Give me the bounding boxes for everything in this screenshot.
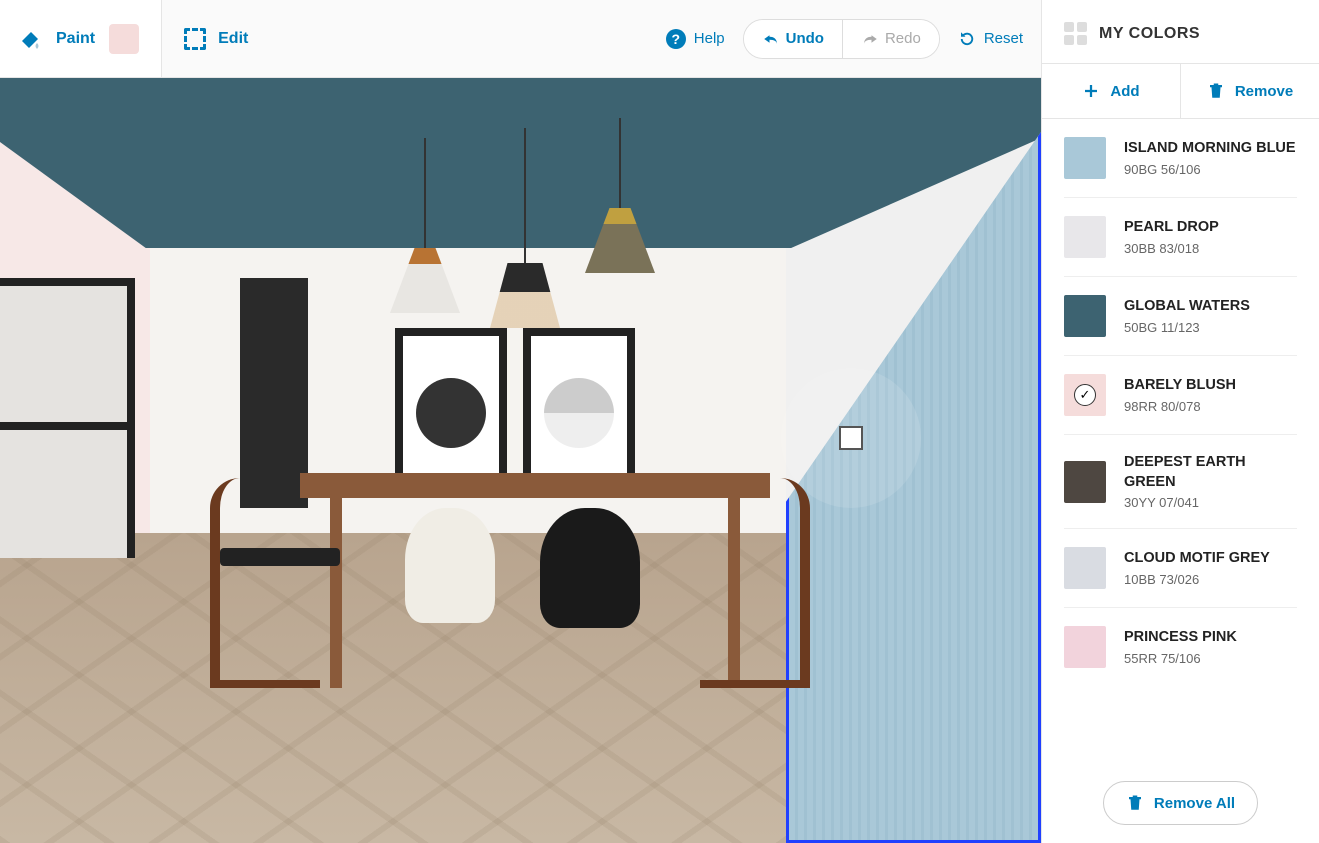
color-code: 50BG 11/123	[1124, 320, 1250, 335]
color-code: 10BB 73/026	[1124, 572, 1270, 587]
interior-door	[240, 278, 308, 508]
active-color-swatch[interactable]	[109, 24, 139, 54]
color-code: 30YY 07/041	[1124, 495, 1297, 510]
trash-icon	[1207, 82, 1225, 100]
undo-icon	[762, 30, 780, 48]
palette-icon	[1064, 22, 1087, 45]
color-code: 30BB 83/018	[1124, 241, 1219, 256]
color-item[interactable]: PEARL DROP 30BB 83/018	[1064, 198, 1297, 277]
sidebar-title: MY COLORS	[1099, 25, 1200, 43]
pendant-lamp	[490, 128, 560, 328]
pendant-lamp	[585, 118, 655, 273]
glass-door	[0, 278, 135, 558]
chair	[540, 508, 640, 708]
add-tab[interactable]: Add	[1042, 64, 1181, 118]
sidebar-tabs: Add Remove	[1042, 63, 1319, 119]
reset-button[interactable]: Reset	[958, 30, 1023, 48]
region-handle[interactable]	[781, 368, 921, 508]
remove-tab[interactable]: Remove	[1181, 64, 1319, 118]
color-name: PEARL DROP	[1124, 218, 1219, 238]
color-item[interactable]: DEEPEST EARTH GREEN 30YY 07/041	[1064, 435, 1297, 529]
room-canvas[interactable]	[0, 78, 1041, 843]
toolbar: Paint Edit ? Help Undo	[0, 0, 1041, 78]
paint-label: Paint	[56, 30, 95, 48]
redo-icon	[861, 30, 879, 48]
remove-all-button[interactable]: Remove All	[1103, 781, 1258, 825]
color-swatch	[1064, 461, 1106, 503]
room-scene	[0, 78, 1041, 843]
color-name: BARELY BLUSH	[1124, 376, 1236, 396]
color-name: GLOBAL WATERS	[1124, 297, 1250, 317]
help-icon: ?	[666, 29, 686, 49]
color-swatch	[1064, 137, 1106, 179]
plus-icon	[1082, 82, 1100, 100]
color-item[interactable]: PRINCESS PINK 55RR 75/106	[1064, 608, 1297, 686]
undo-redo-group: Undo Redo	[743, 19, 940, 59]
color-swatch	[1064, 547, 1106, 589]
color-code: 98RR 80/078	[1124, 399, 1236, 414]
color-item[interactable]: ✓ BARELY BLUSH 98RR 80/078	[1064, 356, 1297, 435]
color-name: CLOUD MOTIF GREY	[1124, 549, 1270, 569]
edit-tool[interactable]: Edit	[184, 28, 248, 50]
color-swatch	[1064, 216, 1106, 258]
color-name: DEEPEST EARTH GREEN	[1124, 453, 1297, 492]
color-swatch: ✓	[1064, 374, 1106, 416]
help-button[interactable]: ? Help	[666, 29, 725, 49]
edit-label: Edit	[218, 30, 248, 48]
handle-icon	[839, 426, 863, 450]
redo-button[interactable]: Redo	[843, 20, 939, 58]
pendant-lamp	[390, 138, 460, 313]
color-item[interactable]: ISLAND MORNING BLUE 90BG 56/106	[1064, 119, 1297, 198]
color-code: 55RR 75/106	[1124, 651, 1237, 666]
floor[interactable]	[0, 533, 786, 843]
check-icon: ✓	[1074, 384, 1096, 406]
color-item[interactable]: CLOUD MOTIF GREY 10BB 73/026	[1064, 529, 1297, 608]
color-swatch	[1064, 626, 1106, 668]
sidebar: MY COLORS Add Remove ISLAND MORNING BLUE…	[1041, 0, 1319, 843]
color-item[interactable]: GLOBAL WATERS 50BG 11/123	[1064, 277, 1297, 356]
chair	[405, 508, 495, 708]
color-name: PRINCESS PINK	[1124, 628, 1237, 648]
color-code: 90BG 56/106	[1124, 162, 1296, 177]
undo-button[interactable]: Undo	[744, 20, 843, 58]
color-name: ISLAND MORNING BLUE	[1124, 139, 1296, 159]
selection-icon	[184, 28, 206, 50]
paint-bucket-icon	[18, 27, 42, 51]
color-swatch	[1064, 295, 1106, 337]
paint-tool[interactable]: Paint	[0, 0, 162, 77]
chair	[700, 478, 810, 688]
trash-icon	[1126, 794, 1144, 812]
chair	[210, 478, 320, 688]
color-list: ISLAND MORNING BLUE 90BG 56/106 PEARL DROP…	[1042, 119, 1319, 763]
reset-icon	[958, 30, 976, 48]
